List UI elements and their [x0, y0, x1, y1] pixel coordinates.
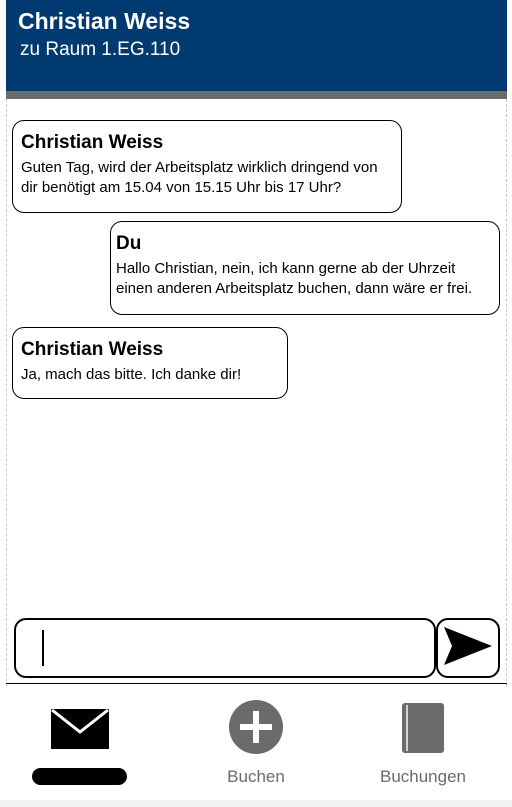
message-bubble-outgoing: Du Hallo Christian, nein, ich kann gerne… [110, 221, 500, 315]
bottom-edge [0, 800, 512, 807]
nav-item-messages[interactable] [26, 684, 136, 800]
text-cursor [42, 630, 44, 666]
envelope-icon [51, 708, 109, 754]
header-divider [6, 91, 507, 99]
message-text: Hallo Christian, nein, ich kann gerne ab… [116, 260, 473, 297]
nav-item-buchungen[interactable]: Buchungen [368, 684, 478, 800]
message-sender: Du [116, 233, 142, 254]
plus-circle-icon [229, 700, 283, 759]
send-arrow-icon [443, 626, 493, 671]
nav-label: Buchen [227, 767, 285, 786]
message-bubble-incoming: Christian Weiss Guten Tag, wird der Arbe… [12, 120, 402, 213]
room-subtitle: zu Raum 1.EG.110 [20, 39, 181, 60]
nav-label: Buchungen [379, 767, 467, 786]
active-indicator [32, 768, 127, 785]
send-button[interactable] [436, 618, 500, 678]
message-sender: Christian Weiss [21, 339, 164, 360]
nav-item-buchen[interactable]: Buchen [206, 684, 306, 800]
book-icon [402, 703, 444, 758]
bottom-navigation: Buchen Buchungen [0, 684, 512, 800]
message-bubble-incoming: Christian Weiss Ja, mach das bitte. Ich … [12, 327, 288, 399]
message-sender: Christian Weiss [21, 132, 164, 153]
chat-header: Christian Weiss zu Raum 1.EG.110 [6, 0, 507, 91]
message-text: Guten Tag, wird der Arbeitsplatz wirklic… [21, 159, 378, 196]
message-text: Ja, mach das bitte. Ich danke dir! [21, 366, 242, 383]
message-input[interactable] [14, 618, 436, 678]
contact-name: Christian Weiss [18, 8, 191, 34]
